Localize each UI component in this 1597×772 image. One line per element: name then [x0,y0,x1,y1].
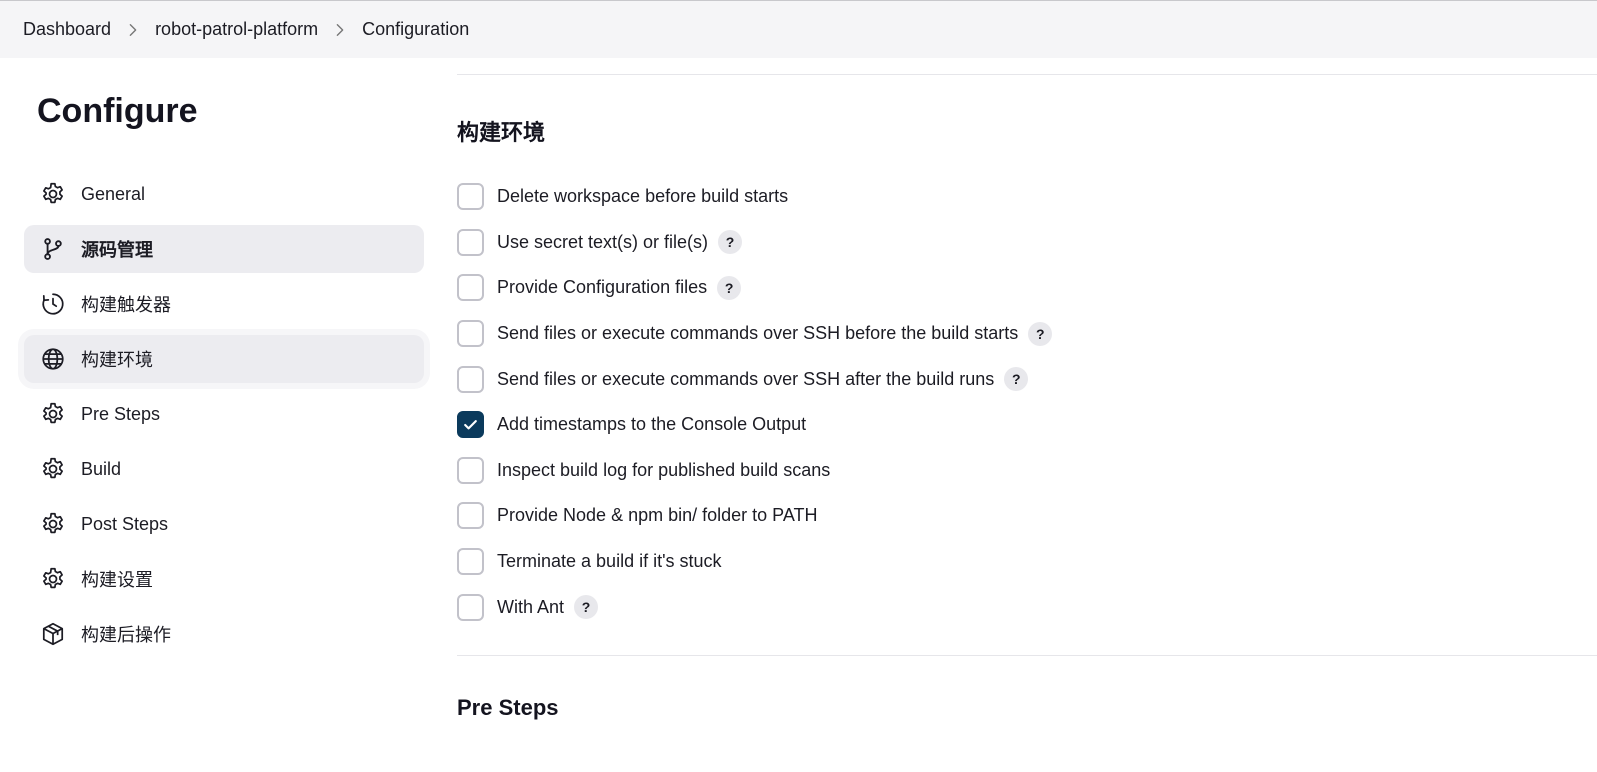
option-with-ant: With Ant ? [457,584,1052,630]
section-title-pre-steps: Pre Steps [457,695,559,720]
sidebar-item-label: Build [81,458,122,479]
sidebar-item-post-steps[interactable]: Post Steps [24,500,424,548]
ssh-after-checkbox[interactable] [457,365,484,393]
option-label[interactable]: Add timestamps to the Console Output [497,414,806,435]
secret-text-checkbox[interactable] [457,228,484,256]
page-title: Configure [37,92,198,130]
globe-icon [40,346,66,372]
clock-icon [40,291,66,317]
gear-icon [40,566,66,592]
option-ssh-after: Send files or execute commands over SSH … [457,356,1052,402]
option-label[interactable]: With Ant [497,597,564,618]
option-label[interactable]: Provide Configuration files [497,277,707,298]
sidebar-item-label: 构建后操作 [81,625,171,645]
breadcrumb-dashboard[interactable]: Dashboard [23,19,111,40]
option-timestamps: Add timestamps to the Console Output [457,402,1052,448]
breadcrumb: Dashboard robot-patrol-platform Configur… [0,0,1597,58]
option-ssh-before: Send files or execute commands over SSH … [457,311,1053,357]
sidebar-item-label: 构建设置 [81,570,153,590]
terminate-stuck-checkbox[interactable] [457,548,484,576]
option-label[interactable]: Delete workspace before build starts [497,186,788,207]
section-divider [457,655,1597,656]
option-delete-workspace: Delete workspace before build starts [457,174,1052,220]
breadcrumb-configuration[interactable]: Configuration [362,19,469,40]
chevron-right-icon [111,23,155,37]
help-icon[interactable]: ? [718,230,743,255]
breadcrumb-project[interactable]: robot-patrol-platform [155,19,318,40]
section-divider [457,74,1597,75]
with-ant-checkbox[interactable] [457,593,484,621]
option-label[interactable]: Send files or execute commands over SSH … [497,369,994,390]
sidebar-item-label: 构建环境 [81,350,153,370]
sidebar-item-label: 构建触发器 [81,295,171,315]
build-environment-options: Delete workspace before build starts Use… [457,174,1053,630]
option-label[interactable]: Send files or execute commands over SSH … [497,323,1018,344]
sidebar-item-label: Post Steps [81,513,169,534]
sidebar-item-general[interactable]: General [24,170,424,218]
gear-icon [40,456,66,482]
sidebar-item-build[interactable]: Build [24,445,424,493]
node-path-checkbox[interactable] [457,502,484,530]
option-label[interactable]: Terminate a build if it's stuck [497,551,722,572]
section-title-build-environment: 构建环境 [457,120,546,145]
package-icon [40,621,66,647]
sidebar: Configure General 源码管理 构建触发器 构建环境 Pre St… [0,58,440,772]
sidebar-item-source-control[interactable]: 源码管理 [24,225,424,273]
sidebar-item-build-triggers[interactable]: 构建触发器 [24,280,424,328]
help-icon[interactable]: ? [717,275,742,300]
option-label[interactable]: Use secret text(s) or file(s) [497,232,708,253]
sidebar-item-build-environment[interactable]: 构建环境 [24,335,424,383]
delete-workspace-checkbox[interactable] [457,183,484,211]
gear-icon [40,511,66,537]
option-secret-text: Use secret text(s) or file(s) ? [457,220,1052,266]
option-config-files: Provide Configuration files ? [457,265,1052,311]
build-scans-checkbox[interactable] [457,456,484,484]
gear-icon [40,401,66,427]
option-label[interactable]: Inspect build log for published build sc… [497,460,830,481]
sidebar-item-pre-steps[interactable]: Pre Steps [24,390,424,438]
sidebar-item-label: General [81,183,146,204]
sidebar-item-post-build-actions[interactable]: 构建后操作 [24,610,424,658]
chevron-right-icon [318,23,362,37]
sidebar-nav: General 源码管理 构建触发器 构建环境 Pre Steps Build … [24,170,424,665]
sidebar-item-label: 源码管理 [81,240,153,260]
sidebar-item-label: Pre Steps [81,403,161,424]
main-content: 构建环境 Delete workspace before build start… [457,58,1597,772]
help-icon[interactable]: ? [574,595,599,620]
checkmark-icon [464,420,477,430]
ssh-before-checkbox[interactable] [457,320,484,348]
option-build-scans: Inspect build log for published build sc… [457,448,1052,494]
gear-icon [40,181,66,207]
option-terminate-stuck: Terminate a build if it's stuck [457,539,1052,585]
sidebar-item-build-settings[interactable]: 构建设置 [24,555,424,603]
option-node-path: Provide Node & npm bin/ folder to PATH [457,493,1052,539]
option-label[interactable]: Provide Node & npm bin/ folder to PATH [497,505,817,526]
config-files-checkbox[interactable] [457,274,484,302]
timestamps-checkbox[interactable] [457,411,484,439]
help-icon[interactable]: ? [1028,321,1053,346]
help-icon[interactable]: ? [1004,367,1029,392]
git-branch-icon [40,236,66,262]
